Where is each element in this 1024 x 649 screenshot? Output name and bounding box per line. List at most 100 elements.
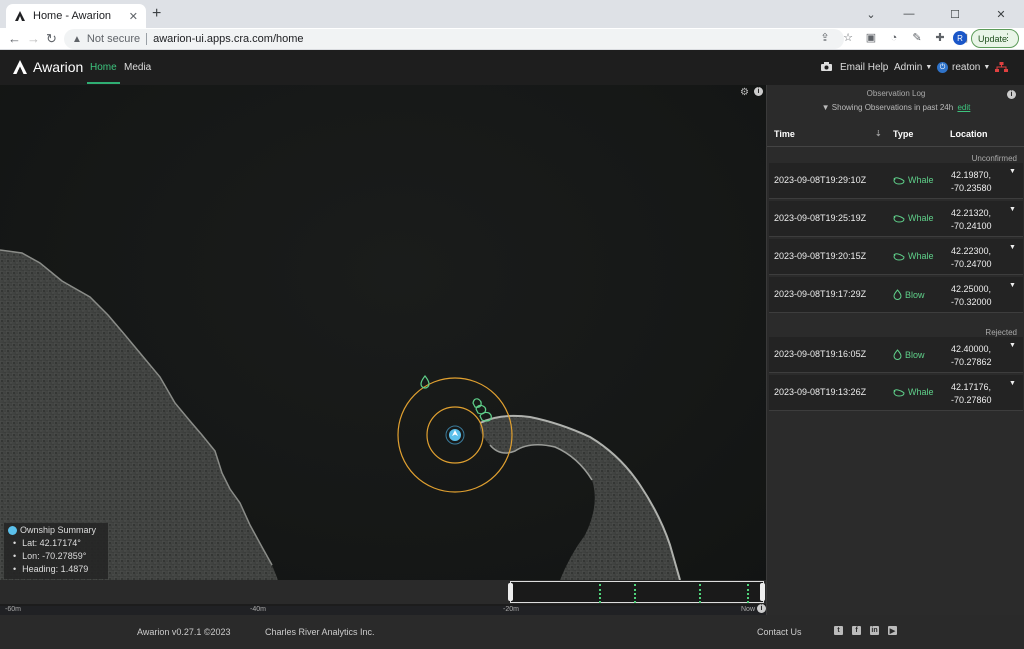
- minimize-button[interactable]: —: [886, 0, 932, 28]
- tab-search-icon[interactable]: ⌄: [856, 0, 886, 28]
- table-row[interactable]: 2023-09-08T19:20:15Z Whale 42.22300, -70…: [769, 239, 1023, 275]
- filter-edit-link[interactable]: edit: [957, 103, 970, 112]
- row-time: 2023-09-08T19:17:29Z: [774, 289, 867, 299]
- filter-icon: ▼: [821, 103, 830, 112]
- ownship-summary: Ownship Summary Lat: 42.17174° Lon: -70.…: [4, 523, 108, 579]
- row-lon: -70.24100: [951, 221, 992, 231]
- timeline-right-handle[interactable]: [760, 583, 765, 601]
- profile-avatar[interactable]: R: [953, 31, 967, 45]
- row-type: Whale: [893, 175, 934, 185]
- row-location: 42.22300, -70.24700: [951, 245, 992, 271]
- app-footer: Awarion v0.27.1 ©2023 Charles River Anal…: [0, 615, 1024, 649]
- filter-text: Showing Observations in past 24h: [831, 103, 954, 112]
- timeline-info-icon[interactable]: i: [757, 604, 766, 613]
- row-expand-icon[interactable]: ▼: [1009, 380, 1016, 387]
- security-label[interactable]: Not secure: [87, 33, 140, 45]
- camera-icon[interactable]: [821, 62, 832, 71]
- row-type-label: Blow: [905, 349, 925, 360]
- column-type[interactable]: Type: [893, 129, 913, 139]
- timeline-event-marker: [634, 584, 636, 603]
- twitter-icon[interactable]: t: [834, 626, 843, 635]
- more-menu-icon[interactable]: ⋮: [1003, 32, 1012, 43]
- table-row[interactable]: 2023-09-08T19:16:05Z Blow 42.40000, -70.…: [769, 337, 1023, 373]
- tab-close-icon[interactable]: ✕: [129, 10, 138, 23]
- toolbar-icons: ⇪ ☆ ▣ ◔ ✎ ✚ ◧: [818, 31, 970, 45]
- youtube-icon[interactable]: ▶: [888, 626, 897, 635]
- close-window-button[interactable]: ✕: [978, 0, 1024, 28]
- awarion-logo[interactable]: Awarion: [12, 59, 83, 75]
- row-expand-icon[interactable]: ▼: [1009, 168, 1016, 175]
- row-type-label: Whale: [908, 251, 934, 261]
- extension-feather-icon[interactable]: ✎: [910, 31, 924, 44]
- map-info-icon[interactable]: i: [754, 87, 763, 96]
- timeline-left-handle[interactable]: [508, 583, 513, 601]
- admin-label: Admin: [894, 62, 923, 73]
- update-button[interactable]: Update ⋮: [971, 29, 1019, 48]
- network-status-icon[interactable]: [995, 62, 1008, 73]
- cape-cod: [479, 415, 680, 580]
- url-text[interactable]: awarion-ui.apps.cra.com/home: [153, 33, 303, 45]
- table-row[interactable]: 2023-09-08T19:17:29Z Blow 42.25000, -70.…: [769, 277, 1023, 313]
- row-time: 2023-09-08T19:13:26Z: [774, 387, 867, 397]
- row-expand-icon[interactable]: ▼: [1009, 244, 1016, 251]
- reload-button[interactable]: ↻: [46, 30, 57, 48]
- browser-tab[interactable]: Home - Awarion ✕: [6, 4, 146, 28]
- row-expand-icon[interactable]: ▼: [1009, 206, 1016, 213]
- browser-toolbar: ← → ↻ ▲ Not secure awarion-ui.apps.cra.c…: [0, 28, 1024, 50]
- nav-media[interactable]: Media: [124, 62, 151, 73]
- group-rejected: Rejected: [985, 328, 1017, 337]
- maximize-button[interactable]: ☐: [932, 0, 978, 28]
- new-tab-button[interactable]: +: [152, 6, 161, 22]
- map-settings-icon[interactable]: ⚙: [740, 87, 749, 98]
- extension-save-icon[interactable]: ▣: [864, 31, 878, 44]
- extensions-puzzle-icon[interactable]: ✚: [933, 31, 947, 44]
- awarion-favicon-icon: [15, 11, 25, 21]
- nav-home[interactable]: Home: [90, 62, 117, 73]
- table-row[interactable]: 2023-09-08T19:25:19Z Whale 42.21320, -70…: [769, 201, 1023, 237]
- extension-clock-icon[interactable]: ◔: [887, 32, 901, 44]
- logo-text: Awarion: [33, 59, 84, 75]
- whale-icon: [893, 176, 905, 185]
- caret-down-icon: ▼: [925, 64, 933, 71]
- row-type-label: Whale: [908, 175, 934, 185]
- ownship-heading: Heading: 1.4879: [13, 563, 104, 576]
- footer-company-link[interactable]: Charles River Analytics Inc.: [265, 627, 375, 637]
- map-view[interactable]: ⚙ i: [0, 85, 766, 580]
- timeline-selection-window[interactable]: [510, 581, 764, 603]
- blow-icon: [893, 349, 902, 360]
- linkedin-icon[interactable]: in: [870, 626, 879, 635]
- back-button[interactable]: ←: [8, 30, 21, 48]
- column-time[interactable]: Time: [774, 129, 795, 139]
- address-bar[interactable]: ▲ Not secure awarion-ui.apps.cra.com/hom…: [64, 29, 844, 49]
- row-time: 2023-09-08T19:25:19Z: [774, 213, 867, 223]
- warning-icon[interactable]: ▲: [72, 34, 82, 45]
- address-divider: [146, 33, 148, 45]
- row-lon: -70.24700: [951, 259, 992, 269]
- table-row[interactable]: 2023-09-08T19:29:10Z Whale 42.19870, -70…: [769, 163, 1023, 199]
- ownship-lat: Lat: 42.17174°: [13, 537, 104, 550]
- footer-contact-link[interactable]: Contact Us: [757, 627, 802, 637]
- row-time: 2023-09-08T19:29:10Z: [774, 175, 867, 185]
- forward-button[interactable]: →: [27, 30, 40, 48]
- admin-menu[interactable]: Admin ▼: [894, 62, 932, 73]
- browser-tab-strip: Home - Awarion ✕ + ⌄ — ☐ ✕: [0, 0, 1024, 28]
- sort-icon[interactable]: ⇣: [875, 129, 882, 138]
- row-expand-icon[interactable]: ▼: [1009, 342, 1016, 349]
- table-row[interactable]: 2023-09-08T19:13:26Z Whale 42.17176, -70…: [769, 375, 1023, 411]
- row-location: 42.40000, -70.27862: [951, 343, 992, 369]
- share-icon[interactable]: ⇪: [818, 31, 832, 44]
- timeline-label: -60m: [5, 606, 21, 613]
- whale-icon: [893, 252, 905, 261]
- bookmark-star-icon[interactable]: ☆: [841, 31, 855, 44]
- row-type: Whale: [893, 213, 934, 223]
- row-expand-icon[interactable]: ▼: [1009, 282, 1016, 289]
- email-help-link[interactable]: Email Help: [840, 62, 888, 73]
- user-menu[interactable]: ⏻ reaton ▼: [937, 62, 990, 73]
- panel-info-icon[interactable]: i: [1007, 90, 1016, 99]
- timeline-label: -40m: [250, 606, 266, 613]
- row-location: 42.25000, -70.32000: [951, 283, 992, 309]
- facebook-icon[interactable]: f: [852, 626, 861, 635]
- group-unconfirmed: Unconfirmed: [971, 154, 1017, 163]
- column-location[interactable]: Location: [950, 129, 988, 139]
- timeline[interactable]: [0, 580, 766, 606]
